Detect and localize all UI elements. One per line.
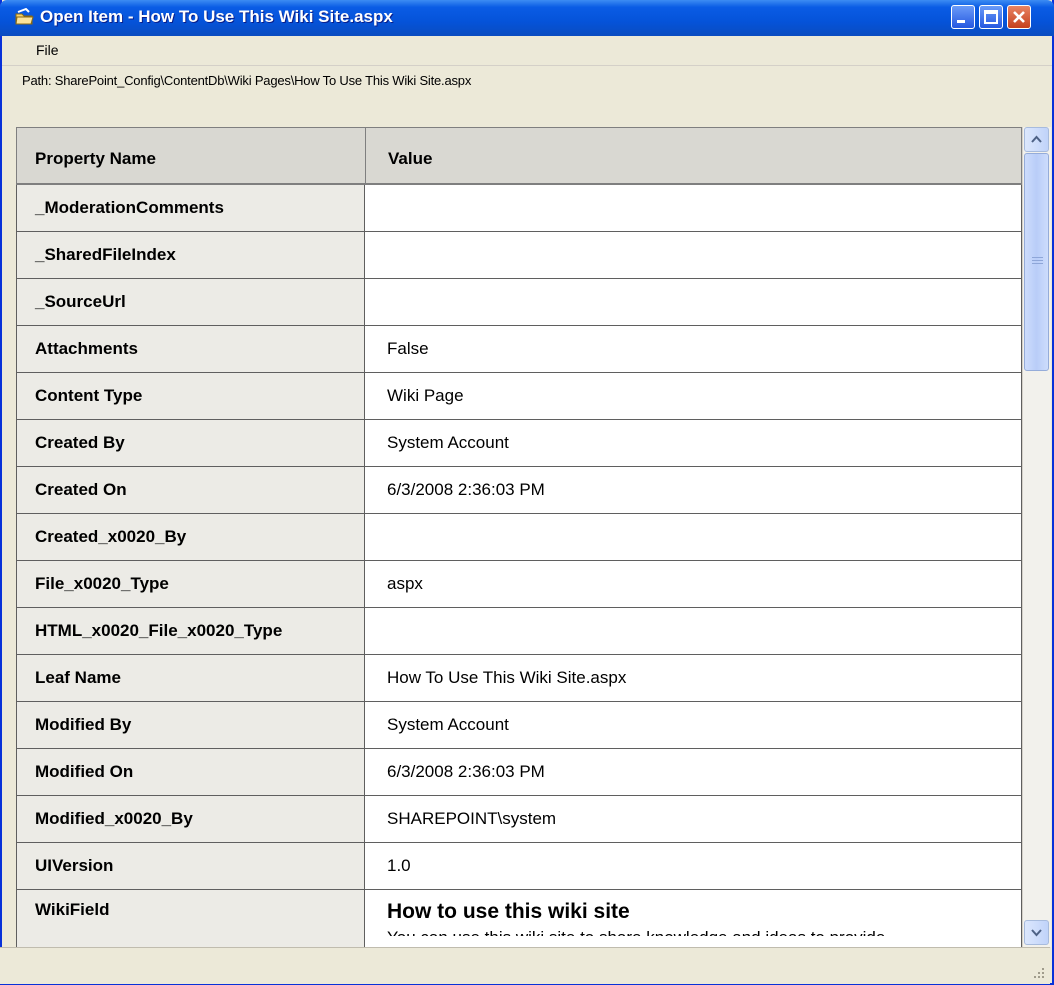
property-value-cell: 6/3/2008 2:36:03 PM xyxy=(365,467,1022,513)
property-name-cell: Created_x0020_By xyxy=(16,514,365,560)
property-value-cell: System Account xyxy=(365,420,1022,466)
property-value-cell: Wiki Page xyxy=(365,373,1022,419)
chevron-up-icon xyxy=(1031,135,1042,143)
grid-header: Property Name Value xyxy=(16,127,1022,185)
property-name-cell: Attachments xyxy=(16,326,365,372)
minimize-icon xyxy=(957,20,965,23)
property-name-cell: Leaf Name xyxy=(16,655,365,701)
table-row[interactable]: File_x0020_Type aspx xyxy=(16,561,1022,608)
property-name-cell: Content Type xyxy=(16,373,365,419)
close-button[interactable] xyxy=(1007,5,1031,29)
property-value-cell: System Account xyxy=(365,702,1022,748)
column-header-property-name[interactable]: Property Name xyxy=(17,128,366,184)
table-row[interactable]: _ModerationComments xyxy=(16,185,1022,232)
path-bar: Path: SharePoint_Config\ContentDb\Wiki P… xyxy=(2,66,1052,94)
table-row[interactable]: Created By System Account xyxy=(16,420,1022,467)
open-item-icon xyxy=(15,8,34,25)
property-name-cell: Created On xyxy=(16,467,365,513)
title-bar[interactable]: Open Item - How To Use This Wiki Site.as… xyxy=(0,0,1054,36)
status-bar xyxy=(0,947,1050,984)
property-value-cell xyxy=(365,279,1022,325)
table-row[interactable]: Attachments False xyxy=(16,326,1022,373)
table-row[interactable]: Created On 6/3/2008 2:36:03 PM xyxy=(16,467,1022,514)
menu-file[interactable]: File xyxy=(36,42,59,58)
property-value-cell xyxy=(365,232,1022,278)
property-name-cell: Modified On xyxy=(16,749,365,795)
table-row[interactable]: _SharedFileIndex xyxy=(16,232,1022,279)
grip-line xyxy=(1032,263,1043,264)
property-name-cell: Created By xyxy=(16,420,365,466)
minimize-button[interactable] xyxy=(951,5,975,29)
property-name-cell: _SourceUrl xyxy=(16,279,365,325)
table-row[interactable]: Modified On 6/3/2008 2:36:03 PM xyxy=(16,749,1022,796)
scroll-down-button[interactable] xyxy=(1024,920,1049,945)
close-icon xyxy=(1013,11,1025,23)
chevron-down-icon xyxy=(1031,929,1042,937)
table-row[interactable]: Leaf Name How To Use This Wiki Site.aspx xyxy=(16,655,1022,702)
wiki-heading: How to use this wiki site xyxy=(387,900,630,923)
property-value-cell: aspx xyxy=(365,561,1022,607)
property-name-cell: File_x0020_Type xyxy=(16,561,365,607)
grip-line xyxy=(1032,257,1043,258)
property-value-cell: 1.0 xyxy=(365,843,1022,889)
wiki-body: You can use this wiki site to share know… xyxy=(387,928,886,947)
property-name-cell: Modified_x0020_By xyxy=(16,796,365,842)
window-title: Open Item - How To Use This Wiki Site.as… xyxy=(40,7,393,26)
table-row[interactable]: _SourceUrl xyxy=(16,279,1022,326)
grip-line xyxy=(1032,260,1043,261)
column-header-value[interactable]: Value xyxy=(366,128,1021,184)
property-name-cell: HTML_x0020_File_x0020_Type xyxy=(16,608,365,654)
vertical-scrollbar[interactable] xyxy=(1022,127,1051,947)
path-label: Path: SharePoint_Config\ContentDb\Wiki P… xyxy=(22,73,472,88)
table-row[interactable]: UIVersion 1.0 xyxy=(16,843,1022,890)
scroll-up-button[interactable] xyxy=(1024,127,1049,152)
scroll-thumb[interactable] xyxy=(1024,153,1049,371)
property-name-cell: _ModerationComments xyxy=(16,185,365,231)
property-value-cell: SHAREPOINT\system xyxy=(365,796,1022,842)
property-value-cell: 6/3/2008 2:36:03 PM xyxy=(365,749,1022,795)
table-row[interactable]: Created_x0020_By xyxy=(16,514,1022,561)
maximize-icon xyxy=(984,10,998,24)
table-row[interactable]: Modified_x0020_By SHAREPOINT\system xyxy=(16,796,1022,843)
property-value-cell: How To Use This Wiki Site.aspx xyxy=(365,655,1022,701)
table-row[interactable]: Content Type Wiki Page xyxy=(16,373,1022,420)
maximize-button[interactable] xyxy=(979,5,1003,29)
property-name-cell: UIVersion xyxy=(16,843,365,889)
property-value-cell xyxy=(365,514,1022,560)
property-value-cell: False xyxy=(365,326,1022,372)
property-value-cell xyxy=(365,185,1022,231)
table-row[interactable]: HTML_x0020_File_x0020_Type xyxy=(16,608,1022,655)
table-row[interactable]: Modified By System Account xyxy=(16,702,1022,749)
property-name-cell: _SharedFileIndex xyxy=(16,232,365,278)
resize-grip-icon[interactable] xyxy=(1032,966,1046,980)
menu-bar: File xyxy=(2,36,1052,66)
property-value-cell xyxy=(365,608,1022,654)
grid-rows: _ModerationComments _SharedFileIndex _So… xyxy=(16,185,1022,980)
property-name-cell: Modified By xyxy=(16,702,365,748)
